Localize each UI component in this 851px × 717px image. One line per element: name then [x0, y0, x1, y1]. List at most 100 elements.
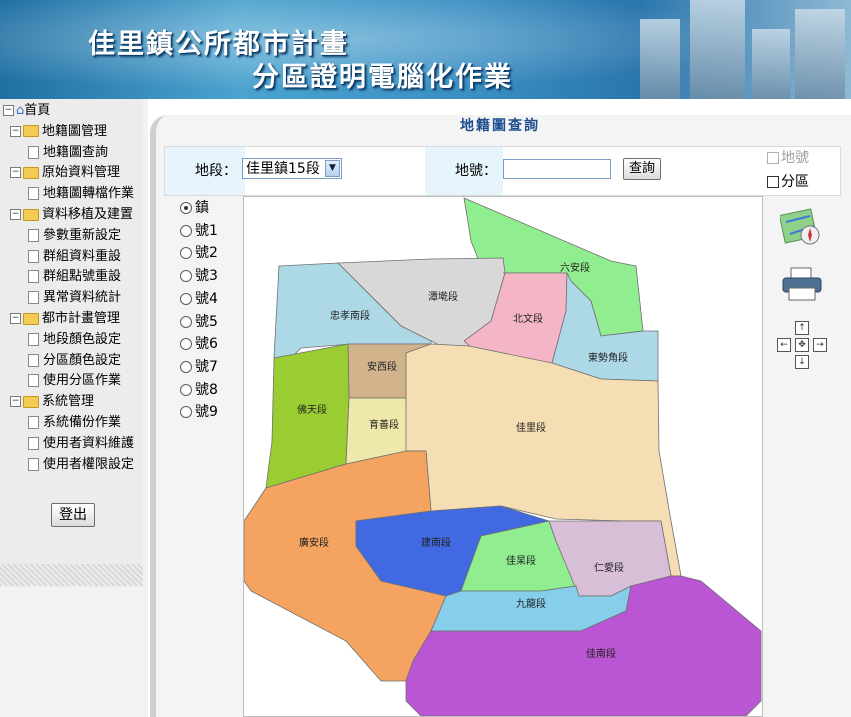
tree-group[interactable]: − 系統管理	[10, 392, 94, 412]
document-icon	[28, 187, 39, 201]
building-graphic	[795, 9, 845, 99]
tree-item[interactable]: 使用者權限設定	[28, 455, 134, 475]
cadastral-map[interactable]: 六安段 潭墘段 忠孝南段 北文段 東勢角段 安西段 佛天段 育善段 佳里段 廣安段 建南段 佳杲段 仁愛…	[243, 196, 763, 717]
pan-right-icon[interactable]: →	[813, 338, 827, 352]
radio-circle[interactable]	[180, 338, 192, 351]
layer-radio[interactable]: 號5	[180, 312, 218, 332]
layer-radio[interactable]: 號1	[180, 221, 218, 241]
map-svg[interactable]: 六安段潭墘段忠孝南段 北文段東勢角段安西段佛天段育善段 佳里段廣安段 建南段佳杲段仁愛…	[244, 197, 762, 716]
map-region-label: 佛天段	[297, 403, 327, 416]
tree-root-home[interactable]: − ⌂首頁	[3, 101, 50, 121]
radio-circle[interactable]	[180, 224, 192, 237]
layer-radio[interactable]: 號6	[180, 334, 218, 354]
tree-item[interactable]: 使用者資料維護	[28, 434, 134, 454]
tree-item[interactable]: 異常資料統計	[28, 288, 121, 308]
radio-circle[interactable]	[180, 292, 192, 305]
pan-center-icon[interactable]: ✥	[795, 338, 809, 352]
layer-radio[interactable]: 號2	[180, 243, 218, 263]
folder-icon	[23, 312, 39, 325]
document-icon	[28, 353, 39, 367]
tree-item[interactable]: 分區顏色設定	[28, 351, 121, 371]
document-icon	[28, 270, 39, 284]
tree-group-label: 地籍圖管理	[42, 123, 108, 139]
tree-group[interactable]: − 資料移植及建置	[10, 205, 133, 225]
layer-radio[interactable]: 號8	[180, 380, 218, 400]
printer-icon[interactable]	[781, 266, 823, 302]
tree-group[interactable]: − 原始資料管理	[10, 163, 120, 183]
radio-circle[interactable]	[180, 383, 192, 396]
radio-label: 號2	[195, 245, 218, 262]
document-icon	[28, 228, 39, 242]
collapse-toggle-icon[interactable]: −	[10, 167, 21, 179]
collapse-toggle-icon[interactable]: −	[10, 125, 21, 137]
tree-item[interactable]: 參數重新設定	[28, 226, 121, 246]
radio-circle[interactable]	[180, 270, 192, 283]
document-icon	[28, 332, 39, 346]
tree-item[interactable]: 地段顏色設定	[28, 330, 121, 350]
radio-circle[interactable]	[180, 315, 192, 328]
pan-left-icon[interactable]: ←	[777, 338, 791, 352]
map-region-label: 佳杲段	[506, 554, 536, 567]
logout-button[interactable]: 登出	[51, 503, 95, 527]
banner-title-line2: 分區證明電腦化作業	[252, 62, 513, 93]
tree-item-label: 地段顏色設定	[43, 331, 122, 347]
radio-label: 鎮	[195, 200, 209, 216]
radio-circle[interactable]	[180, 247, 192, 260]
map-region-label: 安西段	[367, 360, 397, 373]
folder-icon	[23, 208, 39, 221]
map-region-label: 育善段	[369, 418, 399, 431]
pan-down-icon[interactable]: ↓	[795, 355, 809, 369]
collapse-toggle-icon[interactable]: −	[10, 209, 21, 220]
layer-radio[interactable]: 號3	[180, 266, 218, 286]
tree-item-label: 群組資料重設	[43, 248, 122, 264]
radio-label: 號4	[195, 290, 218, 307]
layer-radio[interactable]: 號4	[180, 289, 218, 309]
tree-item-label: 群組點號重設	[43, 269, 122, 285]
zone-checkbox[interactable]: 分區	[767, 174, 809, 190]
radio-label: 號3	[195, 268, 218, 285]
pan-up-icon[interactable]: ↑	[795, 321, 809, 335]
radio-circle[interactable]	[180, 360, 192, 373]
tree-item[interactable]: 使用分區作業	[28, 371, 121, 391]
document-icon	[28, 416, 39, 429]
section-select-value: 佳里鎮15段	[246, 161, 320, 177]
checkbox-box[interactable]	[767, 176, 779, 188]
landno-checkbox[interactable]: 地號	[767, 150, 809, 166]
radio-circle[interactable]	[180, 406, 192, 419]
map-region-label: 潭墘段	[428, 290, 458, 303]
tree-group[interactable]: − 地籍圖管理	[10, 122, 107, 142]
map-region-label: 仁愛段	[594, 561, 624, 574]
collapse-toggle-icon[interactable]: −	[10, 396, 21, 408]
collapse-toggle-icon[interactable]: −	[10, 313, 21, 324]
radio-circle[interactable]	[180, 202, 192, 214]
tree-item[interactable]: 群組資料重設	[28, 247, 121, 267]
building-graphic	[690, 0, 745, 99]
landno-checkbox-label: 地號	[781, 150, 809, 166]
landno-input[interactable]	[503, 159, 611, 179]
map-compass-icon[interactable]	[778, 208, 822, 248]
checkbox-box[interactable]	[767, 152, 779, 164]
map-region[interactable]	[265, 343, 350, 489]
map-region-label: 北文段	[513, 312, 543, 325]
radio-label: 號1	[195, 222, 218, 239]
document-icon	[28, 374, 39, 388]
tree-item[interactable]: 系統備份作業	[28, 413, 121, 433]
layer-radio[interactable]: 號9	[180, 402, 218, 422]
tree-item[interactable]: 地籍圖查詢	[28, 143, 108, 163]
map-region-label: 佳南段	[586, 647, 616, 660]
collapse-toggle-icon[interactable]: −	[3, 105, 14, 116]
tree-group-label: 資料移植及建置	[42, 207, 134, 222]
chevron-down-icon[interactable]: ▼	[325, 160, 340, 177]
section-select[interactable]: 佳里鎮15段 ▼	[242, 158, 342, 179]
tree-item-label: 參數重新設定	[43, 227, 122, 243]
layer-radio[interactable]: 號7	[180, 357, 218, 377]
tree-item-label: 地籍圖查詢	[43, 144, 109, 160]
section-label: 地段：	[195, 163, 237, 179]
search-button[interactable]: 查詢	[623, 158, 661, 180]
tree-item[interactable]: 地籍圖轉檔作業	[28, 184, 134, 204]
layer-radio[interactable]: 鎮	[180, 198, 209, 218]
map-region-label: 東勢角段	[588, 351, 628, 364]
tree-item[interactable]: 群組點號重設	[28, 267, 121, 287]
tree-group[interactable]: − 都市計畫管理	[10, 309, 120, 329]
radio-label: 號7	[195, 358, 218, 375]
